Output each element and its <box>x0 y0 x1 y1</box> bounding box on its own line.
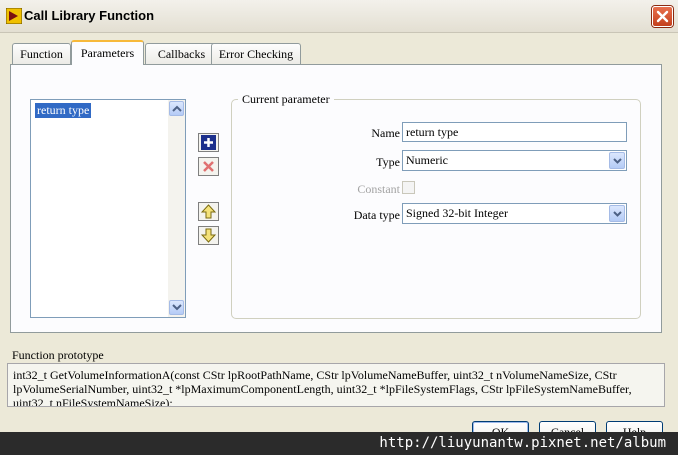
arrow-down-icon <box>201 228 216 243</box>
arrow-up-icon <box>201 204 216 219</box>
chevron-down-icon <box>613 158 622 164</box>
data-type-select-value: Signed 32-bit Integer <box>406 206 508 220</box>
name-label: Name <box>371 126 400 140</box>
listbox-scrollbar[interactable] <box>168 100 185 317</box>
move-down-button[interactable] <box>198 226 219 245</box>
close-icon <box>656 10 669 23</box>
delete-x-icon <box>203 161 214 172</box>
prototype-text: int32_t GetVolumeInformationA(const CStr… <box>7 363 665 407</box>
constant-checkbox[interactable] <box>402 181 415 194</box>
labview-icon <box>5 7 23 25</box>
prototype-label: Function prototype <box>12 348 104 362</box>
list-item[interactable]: return type <box>35 103 92 118</box>
tab-function[interactable]: Function <box>12 43 71 64</box>
chevron-down-icon <box>172 304 182 311</box>
tab-error-checking[interactable]: Error Checking <box>211 43 301 64</box>
data-type-dropdown-button[interactable] <box>609 205 625 222</box>
title-bar[interactable]: Call Library Function <box>0 0 678 33</box>
scroll-up-button[interactable] <box>169 101 184 116</box>
type-select-value: Numeric <box>406 153 448 167</box>
constant-label: Constant <box>357 182 400 196</box>
name-field[interactable]: return type <box>402 122 627 142</box>
move-up-button[interactable] <box>198 202 219 221</box>
add-parameter-button[interactable] <box>198 133 219 152</box>
type-select[interactable]: Numeric <box>402 150 627 171</box>
tab-callbacks[interactable]: Callbacks <box>145 43 218 64</box>
delete-parameter-button[interactable] <box>198 157 219 176</box>
data-type-label: Data type <box>353 208 400 222</box>
data-type-select[interactable]: Signed 32-bit Integer <box>402 203 627 224</box>
type-dropdown-button[interactable] <box>609 152 625 169</box>
watermark-url: http://liuyunantw.pixnet.net/album <box>0 432 678 455</box>
close-button[interactable] <box>652 6 673 27</box>
chevron-up-icon <box>172 105 182 112</box>
chevron-down-icon <box>613 211 622 217</box>
plus-icon <box>201 135 216 150</box>
type-label: Type <box>376 155 400 169</box>
window-title: Call Library Function <box>24 8 155 23</box>
parameters-listbox[interactable]: return type <box>30 99 186 318</box>
tab-parameters[interactable]: Parameters <box>71 40 144 65</box>
dialog-window: Call Library Function Function Parameter… <box>0 0 678 455</box>
group-legend: Current parameter <box>238 92 334 107</box>
scroll-down-button[interactable] <box>169 300 184 315</box>
